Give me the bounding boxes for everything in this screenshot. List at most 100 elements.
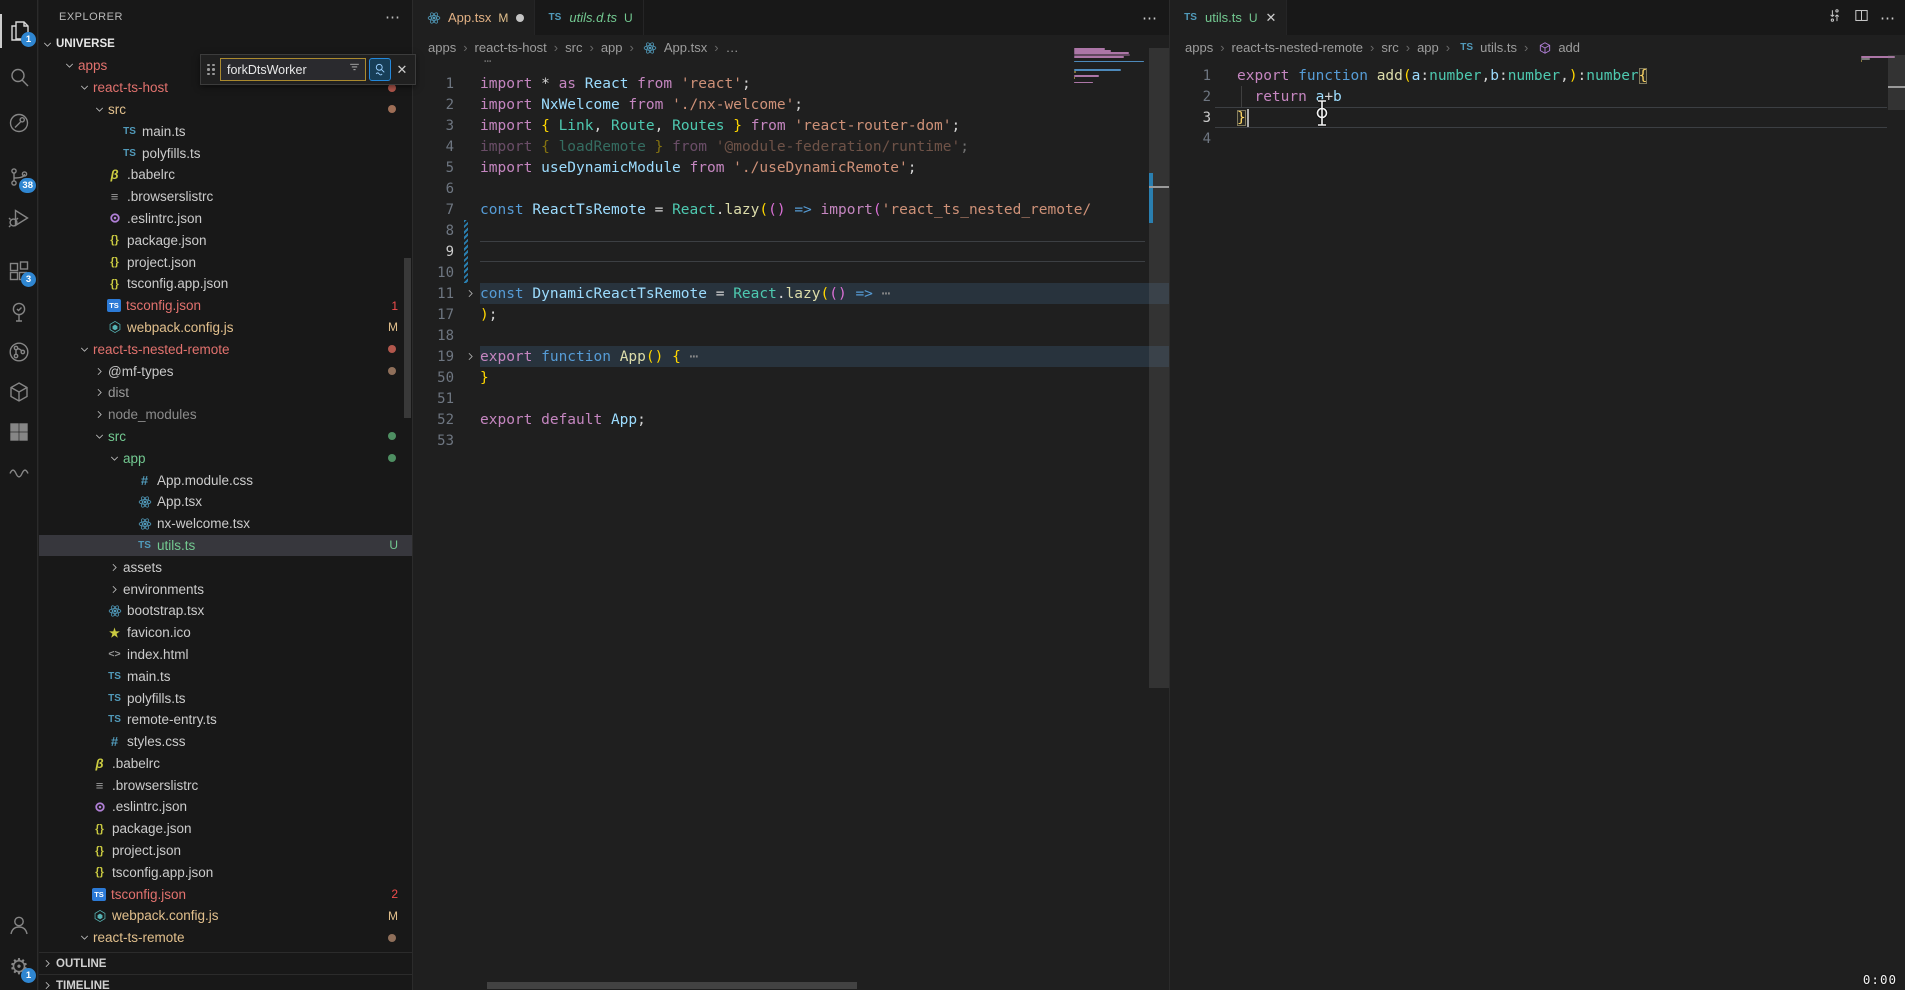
tree-item-tsconfig.app.json[interactable]: {}tsconfig.app.json	[39, 273, 412, 295]
tree-item-.babelrc[interactable]: β.babelrc	[39, 164, 412, 186]
breadcrumb-item[interactable]: add	[1517, 40, 1580, 56]
code-line-6[interactable]: 6	[414, 178, 1169, 199]
tree-item-styles.css[interactable]: #styles.css	[39, 731, 412, 753]
editor-vertical-scrollbar[interactable]	[1888, 55, 1905, 110]
code-line-2[interactable]: 2 return a+b	[1171, 86, 1905, 107]
tree-item-environments[interactable]: environments	[39, 578, 412, 600]
code-line-4[interactable]: 4	[1171, 128, 1905, 149]
editor-horizontal-scrollbar[interactable]	[487, 982, 857, 989]
code-line-19[interactable]: 19export function App() { ⋯	[414, 346, 1169, 367]
tree-item-nx-welcome.tsx[interactable]: nx-welcome.tsx	[39, 513, 412, 535]
tree-item-bootstrap.tsx[interactable]: bootstrap.tsx	[39, 600, 412, 622]
fold-chevron-icon[interactable]	[460, 287, 480, 300]
files-icon[interactable]: 1	[0, 14, 38, 48]
code-line-1[interactable]: 1import * as React from 'react';	[414, 73, 1169, 94]
tree-item-.browserslistrc[interactable]: ≡.browserslistrc	[39, 774, 412, 796]
code-line-18[interactable]: 18	[414, 325, 1169, 346]
code-line-1[interactable]: 1export function add(a:number,b:number,)…	[1171, 65, 1905, 86]
tree-item-remote-entry.ts[interactable]: TSremote-entry.ts	[39, 709, 412, 731]
tree-item-tsconfig.app.json[interactable]: {}tsconfig.app.json	[39, 861, 412, 883]
tree-item-tsconfig.json[interactable]: TStsconfig.json2	[39, 883, 412, 905]
fuzzy-search-toggle[interactable]	[369, 58, 391, 81]
code-line-17[interactable]: 17);	[414, 304, 1169, 325]
fold-chevron-icon[interactable]	[460, 350, 480, 363]
tree-item-react-ts-remote[interactable]: react-ts-remote	[39, 927, 412, 949]
testing-tree-icon[interactable]	[0, 295, 38, 329]
account-icon[interactable]	[0, 908, 38, 942]
code-line-8[interactable]: 8	[414, 220, 1169, 241]
tree-item-main.ts[interactable]: TSmain.ts	[39, 120, 412, 142]
timeline-section-header[interactable]: TIMELINE	[39, 974, 412, 990]
breadcrumb-item[interactable]: app	[582, 40, 622, 55]
drag-grip-icon[interactable]	[205, 62, 217, 78]
codelens-placeholder[interactable]: ⋯	[484, 54, 491, 68]
code-line-51[interactable]: 51	[414, 388, 1169, 409]
code-line-52[interactable]: 52export default App;	[414, 409, 1169, 430]
breadcrumb-item[interactable]: app	[1399, 40, 1439, 55]
tree-item-project.json[interactable]: {}project.json	[39, 251, 412, 273]
search-icon[interactable]	[0, 60, 38, 94]
tree-item-main.ts[interactable]: TSmain.ts	[39, 665, 412, 687]
git-graph-icon[interactable]	[0, 335, 38, 369]
editor-left[interactable]: 1import * as React from 'react';2import …	[414, 60, 1169, 990]
code-line-53[interactable]: 53	[414, 430, 1169, 451]
breadcrumb-item[interactable]: apps	[1185, 40, 1213, 55]
tree-item-favicon.ico[interactable]: ★favicon.ico	[39, 622, 412, 644]
dirty-indicator[interactable]	[516, 14, 524, 22]
editor-vertical-scrollbar[interactable]	[1149, 48, 1169, 688]
breadcrumb-item[interactable]: TSutils.ts	[1439, 40, 1517, 56]
more-actions-icon[interactable]: ⋯	[1142, 9, 1157, 27]
source-control-icon[interactable]: 38	[0, 160, 38, 194]
tree-item-App.module.css[interactable]: #App.module.css	[39, 469, 412, 491]
breadcrumb-item[interactable]: src	[1363, 40, 1399, 55]
tree-item-App.tsx[interactable]: App.tsx	[39, 491, 412, 513]
breadcrumb-item[interactable]: react-ts-host	[456, 40, 547, 55]
tree-item-react-ts-nested-remote[interactable]: react-ts-nested-remote	[39, 338, 412, 360]
tree-item-assets[interactable]: assets	[39, 556, 412, 578]
gear-icon[interactable]: ⚙1	[0, 950, 38, 984]
workspace-section-header[interactable]: UNIVERSE	[39, 33, 412, 55]
more-actions-icon[interactable]: ⋯	[1880, 9, 1895, 27]
tree-item-.browserslistrc[interactable]: ≡.browserslistrc	[39, 186, 412, 208]
tab-utils.ts[interactable]: TSutils.tsU✕	[1171, 0, 1287, 35]
code-line-3[interactable]: 3import { Link, Route, Routes } from 're…	[414, 115, 1169, 136]
code-line-5[interactable]: 5import useDynamicModule from './useDyna…	[414, 157, 1169, 178]
extensions-icon[interactable]: 3	[0, 254, 38, 288]
tree-item-polyfills.ts[interactable]: TSpolyfills.ts	[39, 687, 412, 709]
tree-item-polyfills.ts[interactable]: TSpolyfills.ts	[39, 142, 412, 164]
code-line-2[interactable]: 2import NxWelcome from './nx-welcome';	[414, 94, 1169, 115]
tree-item-.eslintrc.json[interactable]: .eslintrc.json	[39, 208, 412, 230]
tree-item-package.json[interactable]: {}package.json	[39, 229, 412, 251]
close-icon[interactable]: ✕	[1266, 10, 1277, 26]
tree-item-@mf-types[interactable]: @mf-types	[39, 360, 412, 382]
tree-item-src[interactable]: src	[39, 426, 412, 448]
grid-squares-icon[interactable]	[0, 415, 38, 449]
tree-item-src[interactable]: src	[39, 99, 412, 121]
editor-right[interactable]: 1export function add(a:number,b:number,)…	[1171, 60, 1905, 990]
tree-item-.babelrc[interactable]: β.babelrc	[39, 753, 412, 775]
sidebar-more-actions-icon[interactable]: ⋯	[385, 8, 400, 26]
split-editor-icon[interactable]	[1853, 7, 1870, 29]
tab-App.tsx[interactable]: App.tsxM	[414, 0, 535, 35]
code-line-4[interactable]: 4import { loadRemote } from '@module-fed…	[414, 136, 1169, 157]
code-line-11[interactable]: 11const DynamicReactTsRemote = React.laz…	[414, 283, 1169, 304]
outline-section-header[interactable]: OUTLINE	[39, 952, 412, 974]
breadcrumb-item[interactable]: react-ts-nested-remote	[1213, 40, 1363, 55]
breadcrumb-item[interactable]: …	[707, 40, 738, 55]
open-changes-icon[interactable]	[1826, 7, 1843, 29]
tree-item-app[interactable]: app	[39, 447, 412, 469]
tree-item-dist[interactable]: dist	[39, 382, 412, 404]
breadcrumb-item[interactable]: apps	[428, 40, 456, 55]
code-line-7[interactable]: 7const ReactTsRemote = React.lazy(() => …	[414, 199, 1169, 220]
circle-tool-icon[interactable]	[0, 106, 38, 140]
tree-item-utils.ts[interactable]: TSutils.tsU	[39, 535, 412, 557]
tree-item-.eslintrc.json[interactable]: .eslintrc.json	[39, 796, 412, 818]
code-line-50[interactable]: 50}	[414, 367, 1169, 388]
tree-item-node_modules[interactable]: node_modules	[39, 404, 412, 426]
tree-item-project.json[interactable]: {}project.json	[39, 840, 412, 862]
breadcrumb-item[interactable]: src	[547, 40, 583, 55]
tree-scrollbar[interactable]	[404, 258, 411, 418]
run-debug-icon[interactable]	[0, 201, 38, 235]
cube-outline-icon[interactable]	[0, 375, 38, 409]
tree-item-index.html[interactable]: <>index.html	[39, 644, 412, 666]
